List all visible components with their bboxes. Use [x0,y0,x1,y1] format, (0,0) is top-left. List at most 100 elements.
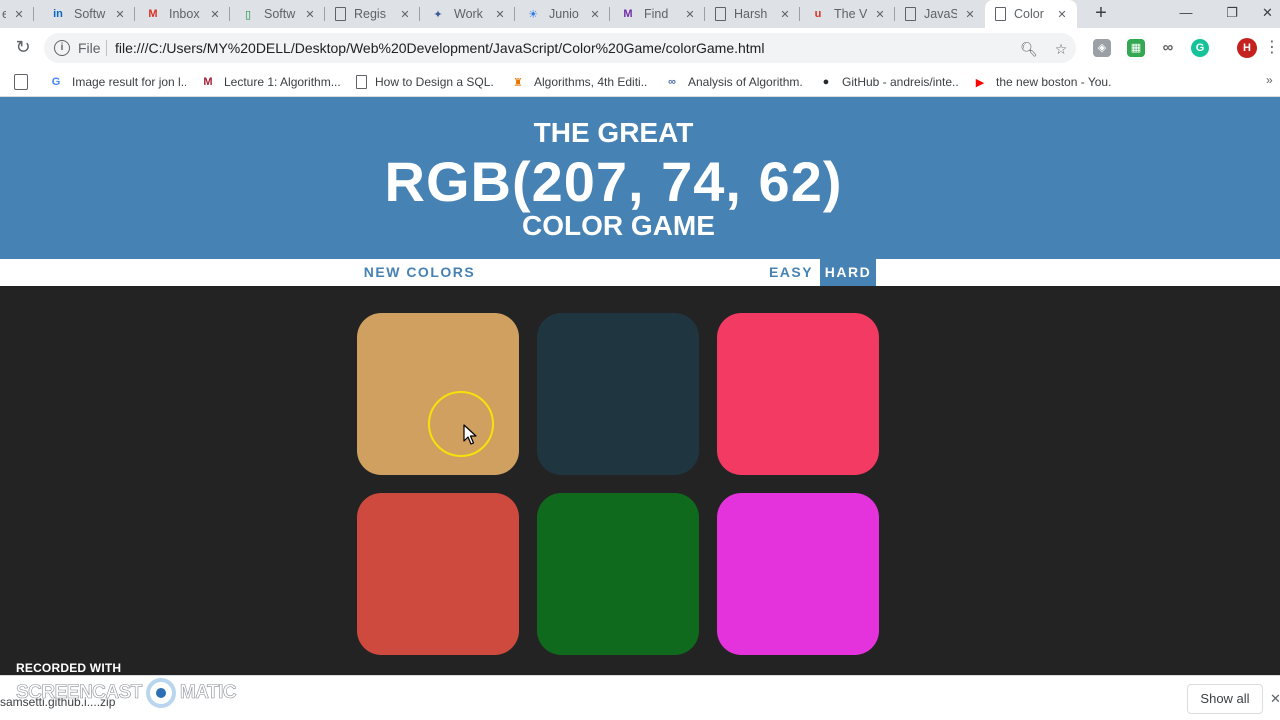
cursor-highlight [428,391,494,457]
browser-tab[interactable]: ▯ Softw ✕ [230,0,325,28]
shield-extension-icon[interactable]: ◈ [1093,39,1111,57]
princeton-shield-icon: ♜ [513,76,523,89]
bookmark-label: Analysis of Algorithm... [688,75,802,89]
new-colors-button[interactable]: New Colors [360,259,479,286]
tab-strip: e ✕ in Softw ✕ M Inbox ✕ ▯ Softw ✕ Regis ✕ ✦ Work ✕ ☀ Jun… [0,0,1280,28]
color-square[interactable] [357,493,519,655]
google-icon: G [51,76,61,88]
bookmark-item[interactable]: ▶ the new boston - You... [972,72,1112,92]
browser-tab[interactable]: Regis ✕ [325,0,420,28]
color-square[interactable] [357,313,519,475]
close-tab-icon[interactable]: ✕ [208,8,222,21]
close-tab-icon[interactable]: ✕ [12,8,26,21]
browser-tab[interactable]: M Inbox ✕ [135,0,230,28]
browser-tab[interactable]: Harsh ✕ [705,0,800,28]
game-header: The Great RGB(207, 74, 62) Color Game [0,97,1280,259]
browser-tab[interactable]: e ✕ [0,0,34,28]
bookmark-label: Image result for jon l... [72,75,186,89]
minimize-button[interactable]: — [1163,0,1209,28]
tab-title: Inbox [169,7,200,21]
page-icon [715,7,726,21]
grammarly-icon[interactable]: G [1191,39,1209,57]
hard-button[interactable]: Hard [820,259,876,286]
close-tab-icon[interactable]: ✕ [778,8,792,21]
bookmark-label: Algorithms, 4th Editi... [534,75,648,89]
browser-tab[interactable]: in Softw ✕ [40,0,135,28]
close-tab-icon[interactable]: ✕ [113,8,127,21]
bookmark-label: the new boston - You... [996,75,1112,89]
reload-icon[interactable]: ↻ [12,36,34,58]
new-tab-button[interactable]: + [1090,2,1112,24]
restore-button[interactable]: ❐ [1209,0,1255,28]
url-scheme: File [78,40,101,56]
close-tab-icon[interactable]: ✕ [303,8,317,21]
browser-tab[interactable]: Color ✕ [985,0,1077,28]
info-icon[interactable]: i [54,40,70,56]
grid-extension-icon[interactable]: ▦ [1127,39,1145,57]
browser-tab[interactable]: JavaS ✕ [895,0,985,28]
address-bar[interactable]: i File file:///C:/Users/MY%20DELL/Deskto… [44,33,1076,63]
page-icon [335,7,346,21]
bookmark-item[interactable]: ● GitHub - andreis/inte... [818,72,958,92]
bookmark-label: GitHub - andreis/inte... [842,75,958,89]
close-tab-icon[interactable]: ✕ [1055,8,1069,21]
color-square[interactable] [537,313,699,475]
app-icon: ✦ [433,8,443,21]
tab-title: Color [1014,7,1044,21]
color-square[interactable] [717,313,879,475]
bulb-icon: ☀ [528,8,538,21]
bookmark-item[interactable]: How to Design a SQL... [356,72,494,92]
tab-title: The V [834,7,867,21]
close-tab-icon[interactable]: ✕ [963,8,977,21]
page-viewport: The Great RGB(207, 74, 62) Color Game Ne… [0,97,1280,675]
bookmark-label: Lecture 1: Algorithm... [224,75,340,89]
watermark-caption: RECORDED WITH [16,661,122,675]
zoom-icon[interactable]: 🔍︎ [1020,40,1038,58]
close-tab-icon[interactable]: ✕ [398,8,412,21]
color-square[interactable] [717,493,879,655]
bookmark-item[interactable]: ♜ Algorithms, 4th Editi... [510,72,648,92]
close-tab-icon[interactable]: ✕ [873,8,887,21]
url-text[interactable]: file:///C:/Users/MY%20DELL/Desktop/Web%2… [115,40,764,56]
browser-tab[interactable]: ☀ Junio ✕ [515,0,610,28]
green-doc-icon: ▯ [244,8,252,21]
url-divider [106,40,107,56]
infinity-icon: ∞ [668,76,676,88]
u-logo-icon: u [814,8,822,20]
bookmark-item[interactable]: M Lecture 1: Algorithm... [200,72,340,92]
infinity-extension-icon[interactable]: ∞ [1159,39,1177,57]
bookmarks-overflow-icon[interactable]: » [1266,73,1273,87]
bookmark-item[interactable]: G Image result for jon l... [48,72,186,92]
tab-title: Softw [74,7,106,21]
browser-tab[interactable]: ✦ Work ✕ [420,0,515,28]
tab-title: Regis [354,7,386,21]
color-display: RGB(207, 74, 62) [384,150,843,213]
title-bottom: Color Game [522,210,715,241]
menu-kebab-icon[interactable]: ⋮ [1264,37,1280,59]
close-tab-icon[interactable]: ✕ [493,8,507,21]
show-all-button[interactable]: Show all [1187,684,1263,714]
tab-separator [33,7,34,21]
browser-tab[interactable]: u The V ✕ [800,0,895,28]
tab-title: JavaS [924,7,957,21]
youtube-icon: ▶ [975,76,985,89]
record-icon [145,678,176,708]
star-icon[interactable]: ☆ [1052,40,1070,58]
close-icon[interactable]: ✕ [1270,691,1280,707]
close-tab-icon[interactable]: ✕ [588,8,602,21]
profile-avatar[interactable]: H [1237,38,1257,58]
tab-title: Find [644,7,669,21]
tab-title: Softw [264,7,296,21]
controls-stripe: New Colors Easy Hard [0,259,1280,286]
color-square[interactable] [537,493,699,655]
page-icon [995,7,1006,21]
page-icon[interactable] [14,74,28,90]
easy-button[interactable]: Easy [762,259,820,286]
close-tab-icon[interactable]: ✕ [683,8,697,21]
tab-title: e [2,7,6,21]
browser-tab[interactable]: M Find ✕ [610,0,705,28]
bookmarks-bar: » G Image result for jon l... M Lecture 1: … [0,68,1280,97]
close-window-button[interactable]: ✕ [1255,0,1280,28]
watermark-brand-left: SCREENCAST [16,682,143,704]
bookmark-item[interactable]: ∞ Analysis of Algorithm... [664,72,802,92]
